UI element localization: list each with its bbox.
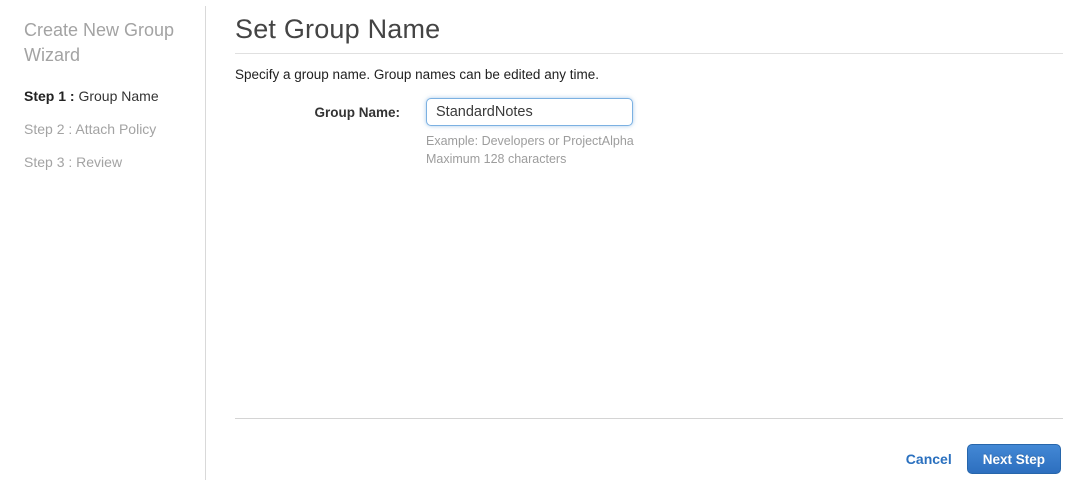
step-2-prefix: Step 2 : [24, 121, 76, 137]
cancel-button[interactable]: Cancel [906, 451, 952, 467]
wizard-title: Create New Group Wizard [24, 20, 175, 65]
group-name-row: Group Name: Example: Developers or Proje… [235, 98, 1063, 168]
next-step-button[interactable]: Next Step [966, 444, 1061, 474]
wizard-steps: Step 1 : Group Name Step 2 : Attach Poli… [24, 89, 189, 169]
footer-actions: Cancel Next Step [906, 444, 1061, 474]
footer-divider [235, 418, 1063, 419]
step-3-prefix: Step 3 : [24, 154, 77, 170]
title-divider [235, 53, 1063, 54]
group-name-hints: Example: Developers or ProjectAlpha Maxi… [426, 132, 634, 168]
step-2-attach-policy: Step 2 : Attach Policy [24, 122, 189, 136]
step-1-prefix: Step 1 : [24, 88, 79, 104]
group-name-input[interactable] [426, 98, 633, 126]
wizard-sidebar: Create New Group Wizard Step 1 : Group N… [24, 18, 189, 188]
page-description: Specify a group name. Group names can be… [235, 67, 599, 82]
step-1-group-name: Step 1 : Group Name [24, 89, 189, 103]
step-3-review: Step 3 : Review [24, 155, 189, 169]
page-title: Set Group Name [235, 14, 441, 44]
hint-example: Example: Developers or ProjectAlpha [426, 134, 634, 148]
hint-max-characters: Maximum 128 characters [426, 152, 567, 166]
group-name-label: Group Name: [314, 105, 400, 120]
main-panel: Set Group Name Specify a group name. Gro… [235, 0, 1063, 480]
group-name-field: Example: Developers or ProjectAlpha Maxi… [426, 98, 634, 168]
step-1-label: Group Name [78, 88, 159, 104]
step-3-label: Review [76, 154, 123, 170]
step-2-label: Attach Policy [75, 121, 157, 137]
sidebar-divider [205, 6, 206, 480]
